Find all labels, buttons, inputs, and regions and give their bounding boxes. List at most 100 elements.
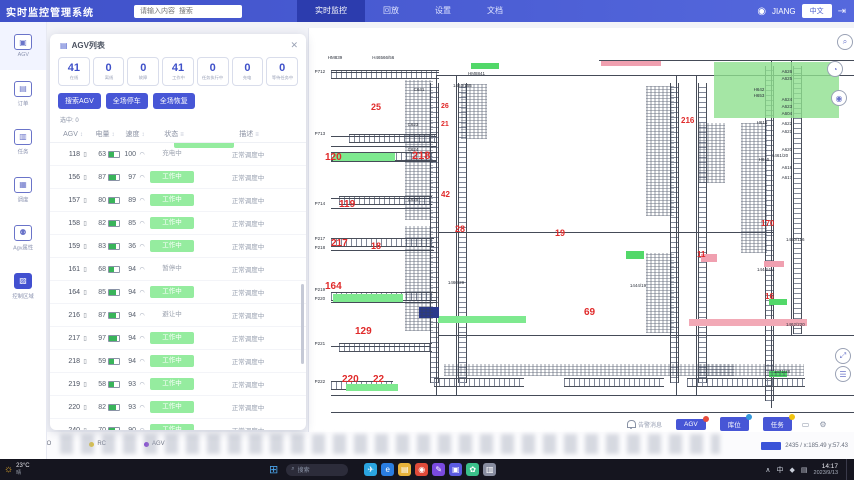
- tab-实时监控[interactable]: 实时监控: [297, 0, 365, 22]
- taskbar-clock[interactable]: 14:172023/9/13: [814, 463, 838, 477]
- table-row[interactable]: 219▯5893◠工作中正常调度中: [50, 373, 306, 396]
- sort-icon[interactable]: ↕: [141, 132, 144, 138]
- panel-close-icon[interactable]: ✕: [290, 40, 298, 51]
- agv-marker[interactable]: 119: [339, 199, 355, 210]
- panel-button-全场恢复[interactable]: 全场恢复: [153, 93, 195, 109]
- sort-icon[interactable]: ↕: [111, 132, 114, 138]
- table-row[interactable]: 164▯8594◠工作中正常调度中: [50, 281, 306, 304]
- tray-icon-2[interactable]: ◆: [790, 466, 795, 474]
- table-header-描述[interactable]: 描述 ≡: [198, 129, 300, 139]
- wifi-icon: ◠: [136, 312, 148, 319]
- map-button-任务[interactable]: 任务: [763, 417, 792, 431]
- agv-marker[interactable]: 164: [325, 281, 342, 292]
- agv-marker[interactable]: 129: [355, 326, 372, 337]
- table-row[interactable]: 161▯6894◠暂停中正常调度中: [50, 258, 306, 281]
- filter-icon[interactable]: ≡: [255, 132, 259, 138]
- battery-value: 87: [90, 174, 106, 181]
- sidebar-item-控制区域[interactable]: ▨控制区域: [0, 262, 46, 310]
- tab-回放[interactable]: 回放: [365, 0, 417, 22]
- tray-icon-0[interactable]: ∧: [765, 466, 770, 474]
- agv-marker[interactable]: 11: [697, 250, 705, 259]
- sidebar-item-调度[interactable]: ▦调度: [0, 166, 46, 214]
- taskbar-app-icon-3[interactable]: ◉: [415, 463, 428, 476]
- table-header-电量[interactable]: 电量 ↕: [90, 129, 120, 139]
- alarm-bell-wrap[interactable]: 告警消息: [627, 420, 662, 429]
- agv-marker[interactable]: 220: [342, 374, 359, 385]
- agv-marker[interactable]: 42: [441, 190, 450, 199]
- agv-marker[interactable]: 26: [441, 103, 449, 110]
- agv-id: 157: [56, 197, 80, 204]
- agv-marker[interactable]: 216: [681, 116, 694, 125]
- tab-文档[interactable]: 文档: [469, 0, 521, 22]
- panel-button-搜索AGV[interactable]: 搜索AGV: [58, 93, 101, 109]
- taskbar-app-icon-1[interactable]: e: [381, 463, 394, 476]
- table-row[interactable]: 159▯8336◠工作中正常调度中: [50, 235, 306, 258]
- map-button-库位[interactable]: 库位: [720, 417, 749, 431]
- table-row[interactable]: 220▯8293◠工作中正常调度中: [50, 396, 306, 419]
- panel-button-全场停车[interactable]: 全场停车: [106, 93, 148, 109]
- table-row[interactable]: 158▯8285◠工作中正常调度中: [50, 212, 306, 235]
- sidebar-item-Agv属性[interactable]: ⚉Agv属性: [0, 214, 46, 262]
- agv-marker[interactable]: 22: [373, 374, 384, 385]
- tray-icon-1[interactable]: 中: [777, 465, 784, 475]
- start-button[interactable]: ⊞: [269, 463, 278, 476]
- table-header-AGV[interactable]: AGV ↕: [56, 131, 90, 138]
- agv-marker[interactable]: 25: [371, 102, 381, 112]
- taskbar-weather[interactable]: ☼ 23°C 晴: [0, 463, 64, 477]
- taskbar-app-icon-6[interactable]: ✿: [466, 463, 479, 476]
- map-button-AGV[interactable]: AGV: [676, 419, 706, 430]
- map-layers-icon[interactable]: ☰: [835, 366, 851, 382]
- battery-fill: [109, 267, 114, 272]
- map-gauge-icon[interactable]: ◉: [831, 90, 847, 106]
- table-row[interactable]: 240▯7090◠工作中正常调度中: [50, 419, 306, 430]
- agv-marker[interactable]: 21: [441, 121, 449, 128]
- station-label: P221: [315, 342, 326, 347]
- taskbar-app-icon-0[interactable]: ✈: [364, 463, 377, 476]
- sidebar-item-AGV[interactable]: ▣AGV: [0, 22, 46, 70]
- show-desktop-sliver[interactable]: [846, 459, 850, 480]
- sidebar-item-任务[interactable]: ▥任务: [0, 118, 46, 166]
- table-row[interactable]: 216▯8794◠避让中正常调度中: [50, 304, 306, 327]
- station-label: H642: [754, 88, 765, 93]
- sidebar-item-订单[interactable]: ▤订单: [0, 70, 46, 118]
- warehouse-map[interactable]: HM839H46566/56P712HM88411463/155C641C623…: [308, 28, 854, 432]
- panel-scrollbar[interactable]: [301, 284, 304, 364]
- table-row[interactable]: 218▯5994◠工作中正常调度中: [50, 350, 306, 373]
- taskbar-app-icon-5[interactable]: ▣: [449, 463, 462, 476]
- logout-icon[interactable]: ⇥: [838, 6, 846, 17]
- map-settings-icon[interactable]: ⚙: [819, 420, 826, 429]
- map-clock-icon[interactable]: ◔: [827, 61, 843, 77]
- agv-marker[interactable]: 18: [371, 241, 381, 251]
- taskbar-app-icon-2[interactable]: ▤: [398, 463, 411, 476]
- agv-marker[interactable]: 16: [765, 292, 774, 301]
- tab-设置[interactable]: 设置: [417, 0, 469, 22]
- agv-marker[interactable]: 69: [584, 307, 595, 318]
- agv-marker[interactable]: 217: [331, 238, 348, 249]
- global-search[interactable]: [134, 5, 242, 18]
- table-row[interactable]: 157▯8089◠工作中正常调度中: [50, 189, 306, 212]
- agv-marker[interactable]: 218: [412, 150, 430, 162]
- global-search-input[interactable]: [138, 7, 238, 16]
- agv-marker[interactable]: 28: [455, 224, 465, 234]
- table-header-状态[interactable]: 状态 ≡: [150, 129, 198, 139]
- taskbar-search[interactable]: ⌕ 搜索: [286, 464, 348, 476]
- map-search-icon[interactable]: ⌕: [837, 34, 853, 50]
- table-row[interactable]: 217▯9794◠工作中正常调度中: [50, 327, 306, 350]
- agv-marker[interactable]: 19: [555, 228, 565, 238]
- agv-marker[interactable]: 120: [325, 152, 342, 163]
- agv-marker[interactable]: 170: [761, 219, 774, 228]
- battery-icon: [108, 335, 120, 342]
- dispatch-desc: 正常调度中: [196, 218, 300, 228]
- wifi-icon: ◠: [136, 427, 148, 431]
- table-header-速度[interactable]: 速度 ↕: [120, 129, 150, 139]
- tray-icon-3[interactable]: ▤: [801, 466, 808, 474]
- taskbar-app-icon-7[interactable]: ▥: [483, 463, 496, 476]
- language-button[interactable]: 中文: [802, 4, 832, 18]
- map-expand-icon[interactable]: ⤢: [835, 348, 851, 364]
- sort-icon[interactable]: ↕: [80, 132, 83, 138]
- table-row[interactable]: 156▯8797◠工作中正常调度中: [50, 166, 306, 189]
- taskbar-app-icon-4[interactable]: ✎: [432, 463, 445, 476]
- filter-icon[interactable]: ≡: [180, 132, 184, 138]
- user-avatar-icon: ◉: [757, 6, 766, 17]
- map-frame-icon[interactable]: ▭: [802, 420, 810, 429]
